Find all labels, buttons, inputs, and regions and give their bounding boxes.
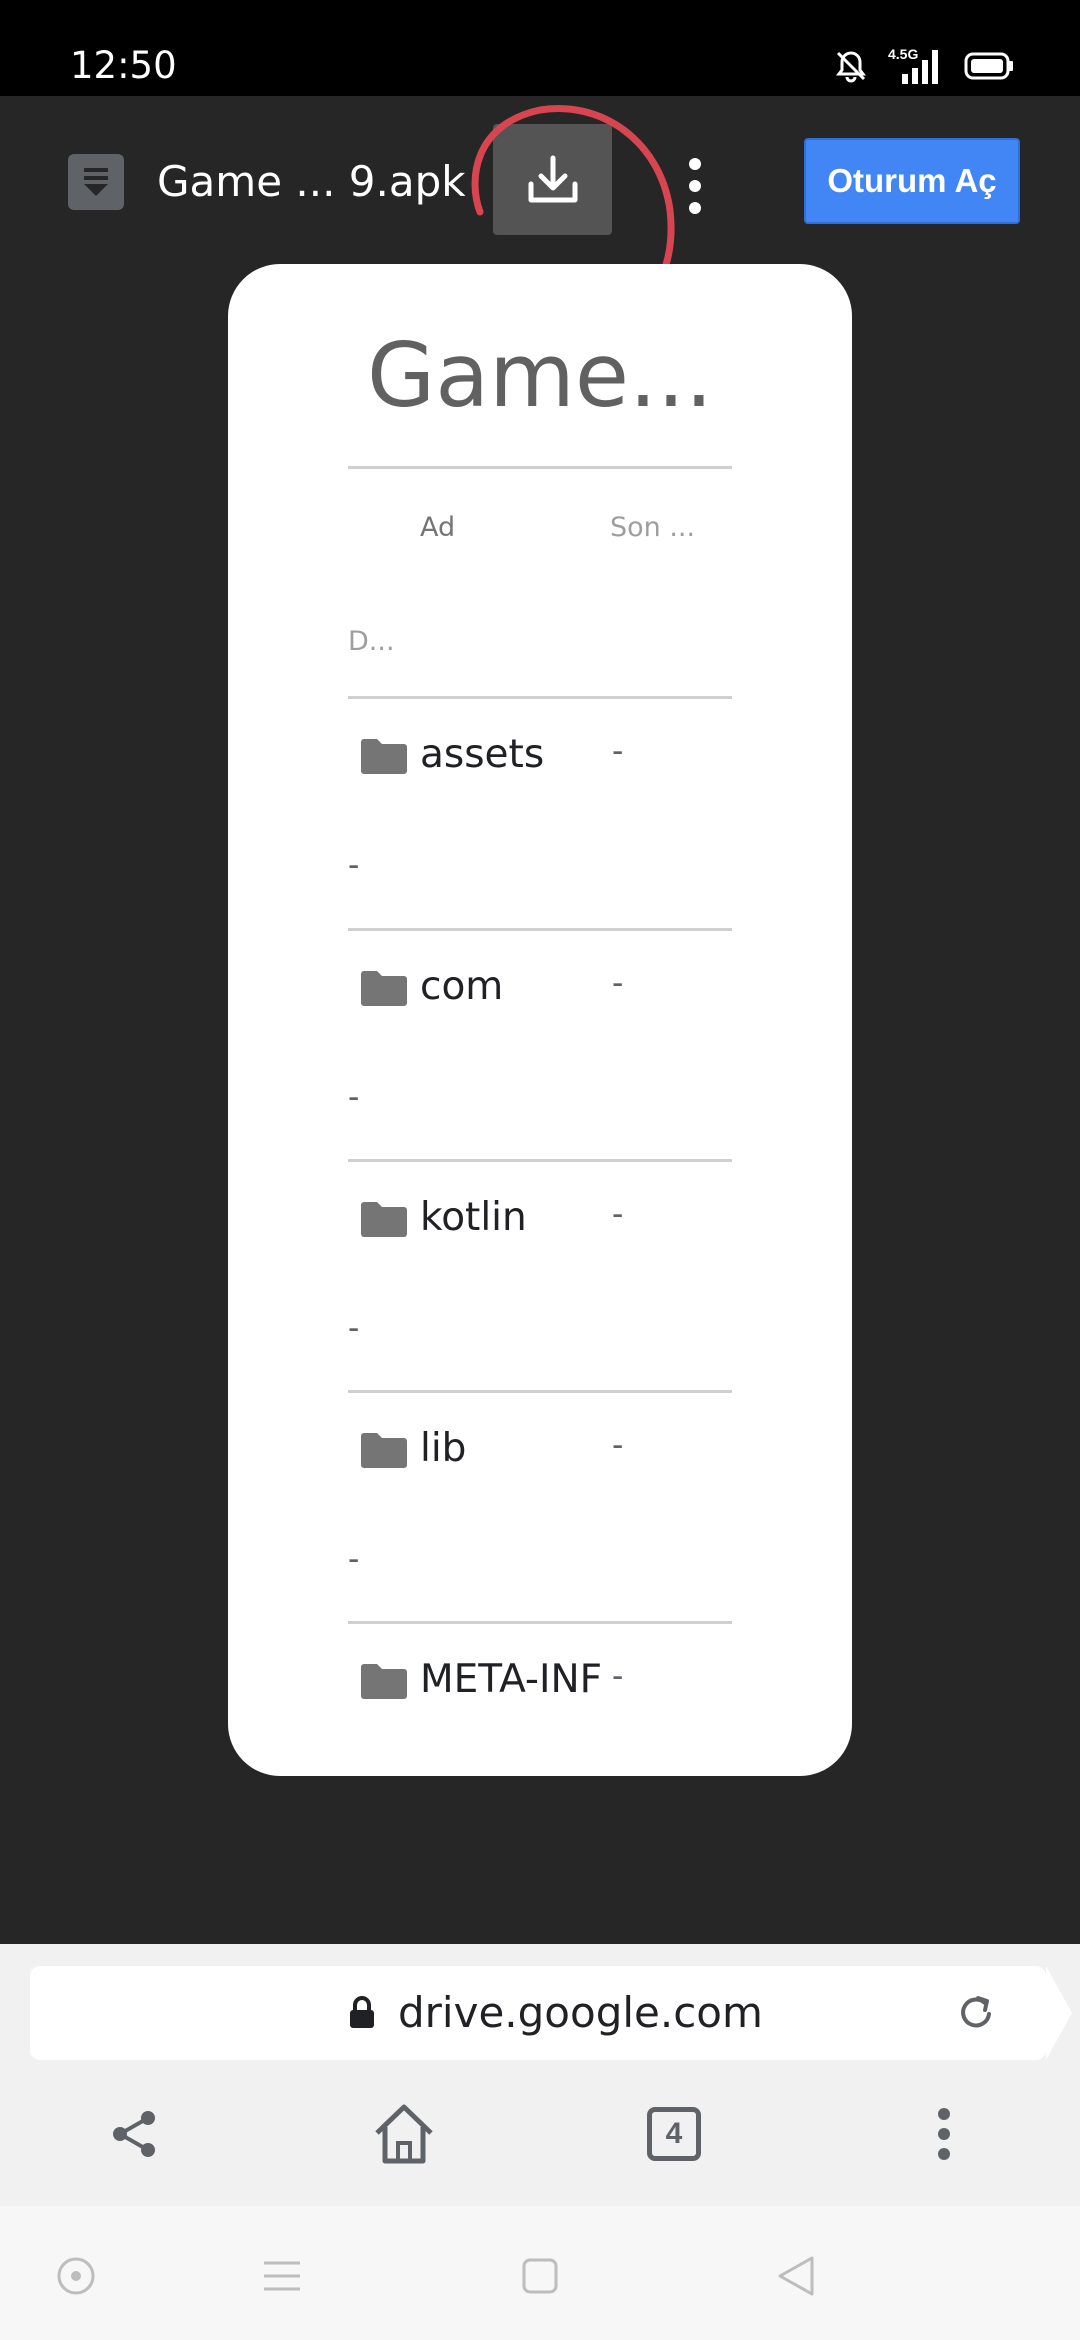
folder-icon [361,971,407,1006]
back-button[interactable] [766,2246,826,2306]
system-home-button[interactable] [510,2246,570,2306]
more-dot [689,180,701,192]
list-item-name: lib [420,1426,467,1471]
share-button[interactable] [94,2094,174,2174]
home-icon [375,2104,433,2164]
list-item-name: assets [420,732,545,777]
recents-button[interactable] [252,2246,312,2306]
top-app-bar: Game ... 9.apk Oturum Aç [0,96,1080,266]
divider [348,466,732,469]
more-vertical-icon [938,2108,950,2160]
assistant-button[interactable] [46,2246,106,2306]
folder-icon [361,1664,407,1699]
folder-icon [361,1433,407,1468]
signin-button[interactable]: Oturum Aç [804,138,1020,224]
list-item-modified: - [612,1426,624,1464]
list-item-com[interactable]: com - - [228,930,852,1160]
list-item-meta-inf[interactable]: META-INF - [228,1623,852,1776]
list-item-lib[interactable]: lib - - [228,1392,852,1622]
home-button[interactable] [364,2094,444,2174]
circle-dot-icon [57,2257,95,2295]
square-icon [522,2258,558,2294]
battery-icon [964,52,1013,80]
column-header-name[interactable]: Ad [420,512,455,543]
folder-icon [361,1202,407,1237]
apk-file-icon [68,154,124,210]
list-item-modified: - [612,1657,624,1695]
status-time: 12:50 [70,44,177,87]
list-item-size: - [348,1540,360,1578]
preview-heading: Game... [367,324,713,427]
download-button[interactable] [493,124,612,235]
share-icon [113,2111,155,2157]
status-bar: 12:50 4.5G [0,0,1080,96]
list-item-size: - [348,846,360,884]
more-dot [689,158,701,170]
signal-icon [902,50,938,84]
list-item-assets[interactable]: assets - - [228,698,852,928]
list-item-name: kotlin [420,1195,527,1240]
download-icon [528,155,577,202]
list-item-size: - [348,1309,360,1347]
system-nav-bar [0,2206,1080,2340]
tabs-button[interactable]: 4 [634,2094,714,2174]
tab-count: 4 [647,2107,701,2161]
lock-icon [350,1996,374,2028]
triangle-back-icon [778,2256,814,2296]
browser-menu-button[interactable] [904,2094,984,2174]
address-bar[interactable]: drive.google.com [30,1966,1072,2060]
folder-preview-card: Game... Ad Son ... D... assets - - com -… [228,264,852,1776]
more-dot [689,202,701,214]
mute-bell-icon [836,51,866,83]
folder-icon [361,739,407,774]
reload-icon[interactable] [954,1990,998,2034]
list-item-size: - [348,1078,360,1116]
list-item-name: com [420,964,504,1009]
column-header-size[interactable]: D... [348,626,395,657]
list-item-modified: - [612,732,624,770]
url-text: drive.google.com [398,1988,763,2037]
list-item-modified: - [612,1195,624,1233]
menu-lines-icon [264,2261,300,2291]
column-header-modified[interactable]: Son ... [610,512,695,543]
more-options-button[interactable] [665,146,725,226]
signal-indicator: 4.5G [888,46,944,86]
browser-panel: drive.google.com 4 [0,1944,1080,2206]
list-item-name: META-INF [420,1657,603,1702]
list-item-modified: - [612,964,624,1002]
file-title: Game ... 9.apk [157,157,466,206]
status-icons: 4.5G [834,46,1014,86]
list-item-kotlin[interactable]: kotlin - - [228,1161,852,1391]
